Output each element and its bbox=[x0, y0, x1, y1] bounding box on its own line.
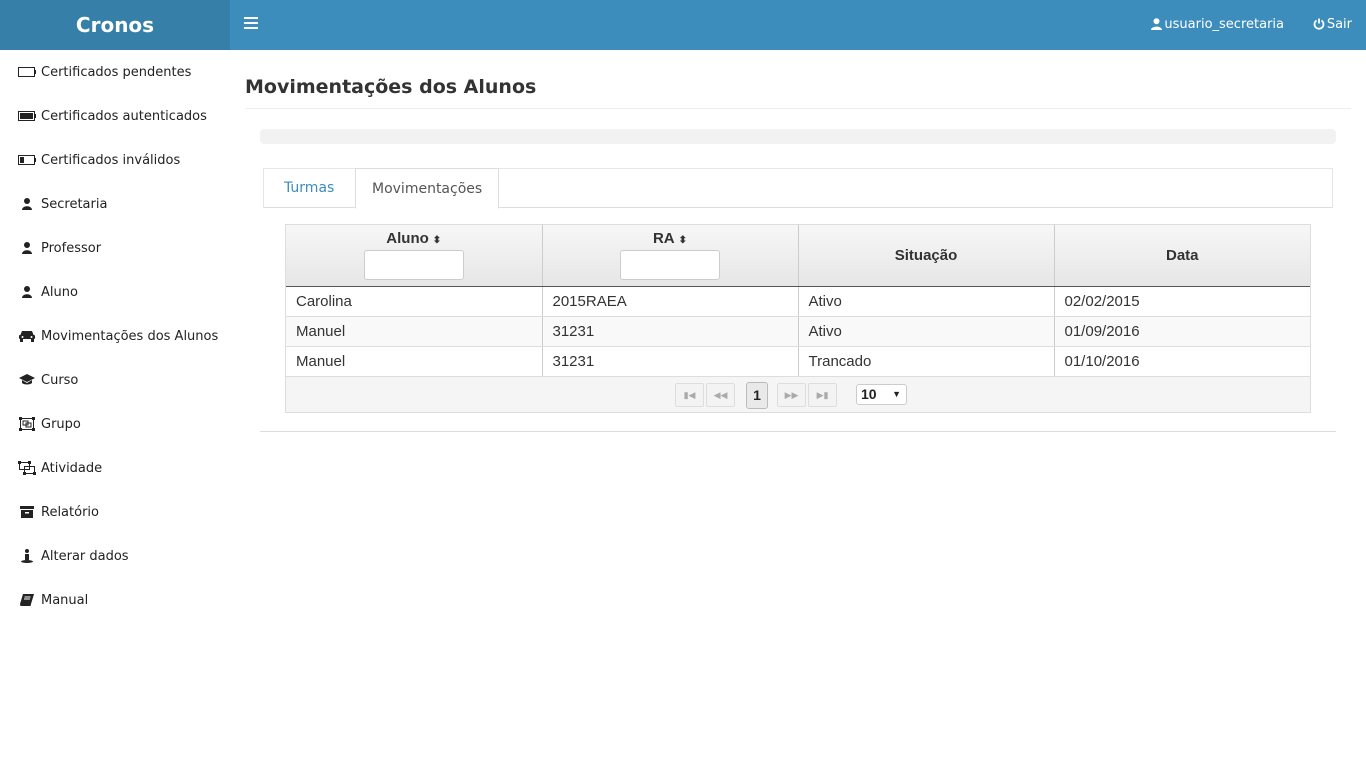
title-divider bbox=[245, 108, 1351, 109]
tab-bar: Turmas Movimentações bbox=[263, 168, 1333, 209]
cell-aluno: Manuel bbox=[286, 316, 543, 347]
sidebar-item-label: Curso bbox=[41, 372, 79, 388]
sidebar-item-curso[interactable]: Curso bbox=[0, 358, 230, 402]
sidebar-item-label: Atividade bbox=[41, 460, 103, 476]
last-page-icon: ▶▮ bbox=[816, 389, 829, 400]
dropdown-arrow-icon: ▼ bbox=[892, 388, 901, 399]
power-icon bbox=[1313, 18, 1325, 30]
sidebar: Certificados pendentes Certificados aute… bbox=[0, 50, 230, 768]
sidebar-item-label: Aluno bbox=[41, 284, 78, 300]
rows-per-page-value: 10 bbox=[861, 385, 877, 402]
ra-filter-input[interactable] bbox=[620, 250, 720, 281]
sidebar-item-label: Certificados inválidos bbox=[41, 152, 181, 168]
sidebar-item-label: Relatório bbox=[41, 504, 99, 520]
sidebar-item-secretaria[interactable]: Secretaria bbox=[0, 182, 230, 226]
column-header-aluno[interactable]: Aluno ⬍ bbox=[286, 225, 543, 287]
cell-situacao: Ativo bbox=[798, 286, 1055, 317]
page-title: Movimentações dos Alunos bbox=[245, 76, 537, 98]
cell-aluno: Carolina bbox=[286, 286, 543, 317]
cell-data: 01/10/2016 bbox=[1054, 346, 1310, 377]
top-navbar: usuario_secretaria Sair bbox=[230, 0, 1366, 50]
cell-aluno: Manuel bbox=[286, 346, 543, 377]
user-menu[interactable]: usuario_secretaria bbox=[1151, 0, 1284, 50]
column-header-label: RA bbox=[652, 230, 675, 248]
book-icon bbox=[18, 593, 36, 607]
sidebar-item-grupo[interactable]: Grupo bbox=[0, 402, 230, 446]
cell-data: 01/09/2016 bbox=[1054, 316, 1310, 347]
previous-page-button[interactable]: ◀◀ bbox=[706, 382, 735, 407]
sort-icon[interactable]: ⬍ bbox=[679, 235, 687, 246]
tab-movimentacoes[interactable]: Movimentações bbox=[355, 168, 500, 209]
sidebar-item-aluno[interactable]: Aluno bbox=[0, 270, 230, 314]
column-header-data: Data bbox=[1054, 225, 1310, 287]
rows-per-page-select[interactable]: 10 ▼ bbox=[856, 383, 907, 405]
user-icon bbox=[18, 197, 36, 211]
tab-turmas[interactable]: Turmas bbox=[284, 168, 334, 208]
sidebar-item-movimentacoes[interactable]: Movimentações dos Alunos bbox=[0, 314, 230, 358]
cell-situacao: Ativo bbox=[798, 316, 1055, 347]
object-group-icon bbox=[18, 417, 36, 431]
archive-icon bbox=[18, 505, 36, 519]
movimentacoes-table: Aluno ⬍ RA ⬍ Situação Data Carolina 2015RA… bbox=[285, 224, 1311, 413]
progress-bar bbox=[260, 129, 1336, 144]
sidebar-item-certificados-pendentes[interactable]: Certificados pendentes bbox=[0, 50, 230, 94]
previous-page-icon: ◀◀ bbox=[713, 389, 728, 400]
sidebar-item-manual[interactable]: Manual bbox=[0, 578, 230, 622]
first-page-button[interactable]: ▮◀ bbox=[675, 382, 704, 407]
next-page-icon: ▶▶ bbox=[784, 389, 799, 400]
cell-data: 02/02/2015 bbox=[1054, 286, 1310, 317]
sidebar-item-label: Grupo bbox=[41, 416, 81, 432]
next-page-button[interactable]: ▶▶ bbox=[777, 382, 806, 407]
object-ungroup-icon bbox=[18, 461, 36, 475]
sidebar-item-alterar-dados[interactable]: Alterar dados bbox=[0, 534, 230, 578]
sidebar-item-label: Manual bbox=[41, 592, 89, 608]
sidebar-item-label: Secretaria bbox=[41, 196, 108, 212]
logout-label: Sair bbox=[1326, 17, 1352, 32]
cell-ra: 31231 bbox=[542, 346, 799, 377]
section-divider bbox=[260, 431, 1336, 432]
table-row[interactable]: Carolina 2015RAEA Ativo 02/02/2015 bbox=[286, 286, 1310, 317]
column-header-ra[interactable]: RA ⬍ bbox=[542, 225, 799, 287]
table-row[interactable]: Manuel 31231 Trancado 01/10/2016 bbox=[286, 346, 1310, 377]
column-header-situacao: Situação bbox=[798, 225, 1055, 287]
battery-empty-icon bbox=[18, 65, 36, 79]
street-view-icon bbox=[18, 549, 36, 563]
car-icon bbox=[18, 329, 36, 343]
hamburger-menu-icon[interactable] bbox=[244, 17, 258, 31]
main-content: Movimentações dos Alunos Turmas Moviment… bbox=[230, 50, 1366, 768]
user-icon bbox=[18, 241, 36, 255]
cell-situacao: Trancado bbox=[798, 346, 1055, 377]
sidebar-item-label: Certificados autenticados bbox=[41, 108, 207, 124]
sidebar-item-label: Professor bbox=[41, 240, 102, 256]
aluno-filter-input[interactable] bbox=[363, 250, 464, 281]
cell-ra: 31231 bbox=[542, 316, 799, 347]
last-page-button[interactable]: ▶▮ bbox=[808, 382, 837, 407]
logout-button[interactable]: Sair bbox=[1313, 0, 1352, 50]
table-row[interactable]: Manuel 31231 Ativo 01/09/2016 bbox=[286, 316, 1310, 347]
user-icon bbox=[18, 285, 36, 299]
graduation-cap-icon bbox=[18, 373, 36, 387]
paginator: ▮◀ ◀◀ 1 ▶▶ ▶▮ 10 ▼ bbox=[286, 376, 1310, 412]
sort-icon[interactable]: ⬍ bbox=[433, 235, 441, 246]
user-name: usuario_secretaria bbox=[1164, 17, 1284, 32]
sidebar-item-certificados-invalidos[interactable]: Certificados inválidos bbox=[0, 138, 230, 182]
sidebar-item-certificados-autenticados[interactable]: Certificados autenticados bbox=[0, 94, 230, 138]
sidebar-item-label: Movimentações dos Alunos bbox=[41, 328, 219, 344]
sidebar-item-relatorio[interactable]: Relatório bbox=[0, 490, 230, 534]
first-page-icon: ▮◀ bbox=[683, 389, 696, 400]
cell-ra: 2015RAEA bbox=[542, 286, 799, 317]
battery-full-icon bbox=[18, 109, 36, 123]
sidebar-item-label: Certificados pendentes bbox=[41, 64, 192, 80]
column-header-label: Aluno bbox=[386, 230, 429, 248]
page-number-button[interactable]: 1 bbox=[746, 381, 768, 409]
sidebar-item-professor[interactable]: Professor bbox=[0, 226, 230, 270]
brand-logo[interactable]: Cronos bbox=[0, 0, 230, 50]
user-icon bbox=[1151, 18, 1163, 30]
battery-quarter-icon bbox=[18, 153, 36, 167]
sidebar-item-label: Alterar dados bbox=[41, 548, 129, 564]
sidebar-item-atividade[interactable]: Atividade bbox=[0, 446, 230, 490]
